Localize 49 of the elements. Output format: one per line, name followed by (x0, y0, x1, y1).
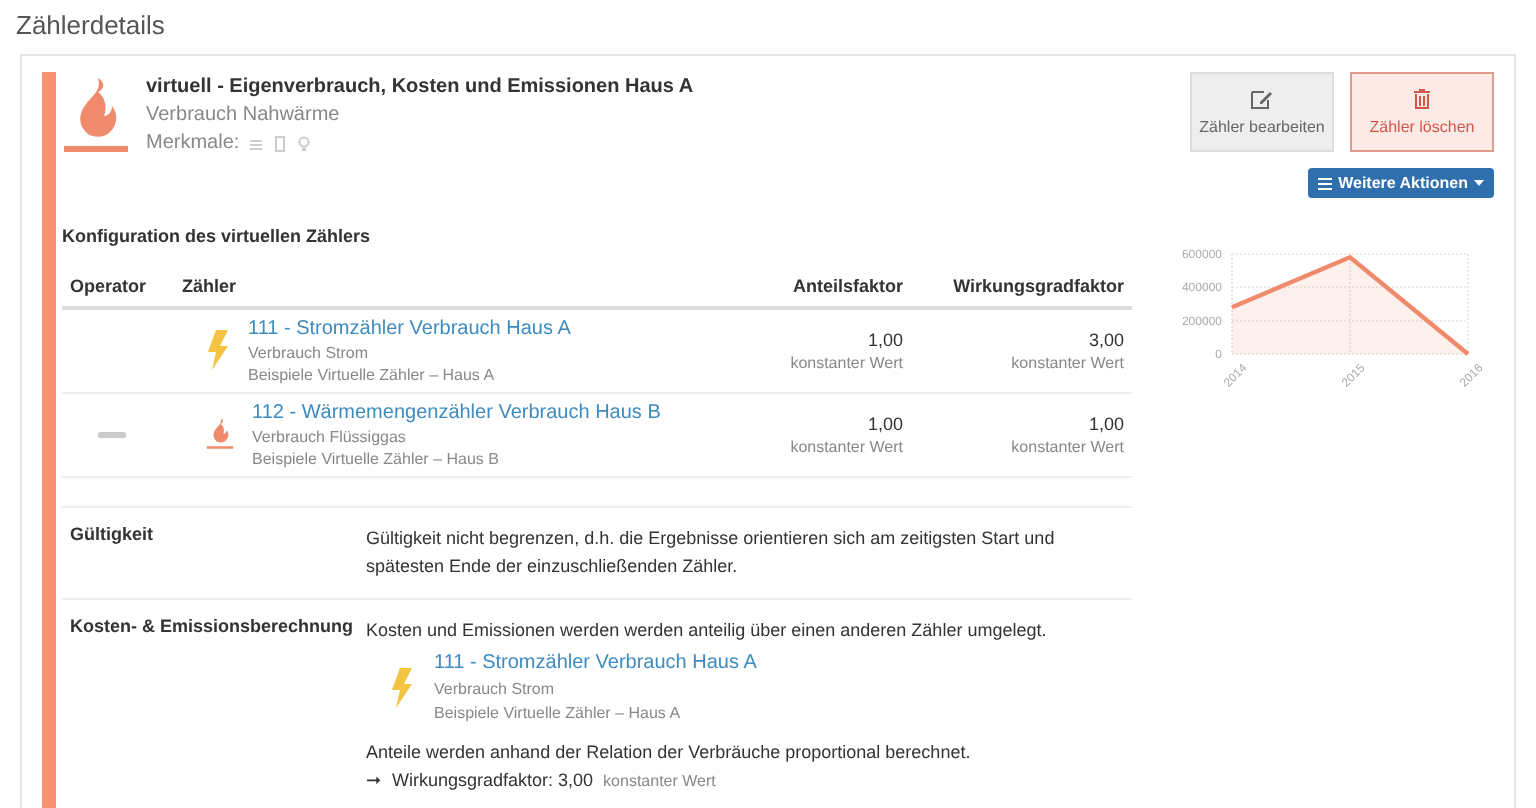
flame-icon (62, 76, 130, 156)
row-label: Gültigkeit (70, 523, 156, 548)
menu-icon (1318, 177, 1333, 189)
section-title: Konfiguration des virtuellen Zählers (62, 225, 373, 246)
meter-type: Verbrauch Strom (434, 680, 557, 701)
row-label: Kosten- & Emissionsberechnung (70, 615, 356, 640)
validity-text: Gültigkeit nicht begrenzen, d.h. die Ergebnisse orientieren sich am zeitigsten Start und spätesten Ende der einzuschließenden Zähler. (366, 525, 1057, 581)
delete-button[interactable]: Zähler löschen (1350, 72, 1494, 152)
caret-icon (1474, 180, 1484, 186)
edit-icon (1250, 88, 1274, 110)
relation-text: Anteile werden anhand der Relation der Verbräuche proportional berechnet. (366, 739, 973, 766)
phone-icon (271, 135, 288, 151)
value-note: konstanter Wert (788, 353, 904, 372)
value-note: konstanter Wert (788, 437, 904, 456)
page-title: Zählerdetails (14, 8, 167, 40)
bulb-icon (295, 135, 312, 151)
value-note: konstanter Wert (1009, 353, 1124, 372)
efficiency-factor: 3,00 (1086, 329, 1124, 350)
minus-icon (98, 431, 126, 438)
share-factor: 1,00 (865, 329, 904, 350)
column-header: Operator (62, 269, 174, 308)
value-note: konstanter Wert (603, 770, 716, 795)
meter-group: Beispiele Virtuelle Zähler – Haus B (252, 449, 661, 468)
column-header: Zähler (174, 269, 759, 308)
meter-link[interactable]: 112 - Wärmemengenzähler Verbrauch Haus B (252, 401, 661, 424)
efficiency-factor: 1,00 (1086, 413, 1124, 434)
trash-icon (1412, 88, 1432, 110)
meter-link[interactable]: 111 - Stromzähler Verbrauch Haus A (434, 650, 757, 677)
efficiency-factor: Wirkungsgradfaktor: 3,00 (392, 768, 594, 795)
lightning-icon (390, 667, 414, 708)
costs-text: Kosten und Emissionen werden werden anteilig über einen anderen Zähler umgelegt. (366, 617, 1049, 644)
meter-title: virtuell - Eigenverbrauch, Kosten und Emissionen Haus A (146, 76, 694, 98)
meter-group: Beispiele Virtuelle Zähler – Haus A (434, 704, 757, 726)
lightning-icon (206, 330, 230, 371)
column-header: Anteilsfaktor (758, 269, 912, 308)
edit-button[interactable]: Zähler bearbeiten (1190, 72, 1334, 152)
share-factor: 1,00 (865, 413, 904, 434)
more-actions-button[interactable]: Weitere Aktionen (1308, 168, 1494, 198)
features-label: Merkmale: (146, 132, 240, 154)
arrow-glyph: ➞ (366, 768, 382, 795)
stack-icon (247, 135, 264, 151)
meter-link[interactable]: 111 - Stromzähler Verbrauch Haus A (248, 317, 571, 340)
meter-type: Verbrauch Nahwärme (146, 104, 342, 126)
meter-type: Verbrauch Strom (248, 343, 371, 362)
column-header: Wirkungsgradfaktor (911, 269, 1132, 308)
flame-icon (206, 416, 234, 453)
meter-type: Verbrauch Flüssiggas (252, 427, 408, 446)
value-note: konstanter Wert (1009, 437, 1124, 456)
meter-group: Beispiele Virtuelle Zähler – Haus A (248, 365, 571, 384)
